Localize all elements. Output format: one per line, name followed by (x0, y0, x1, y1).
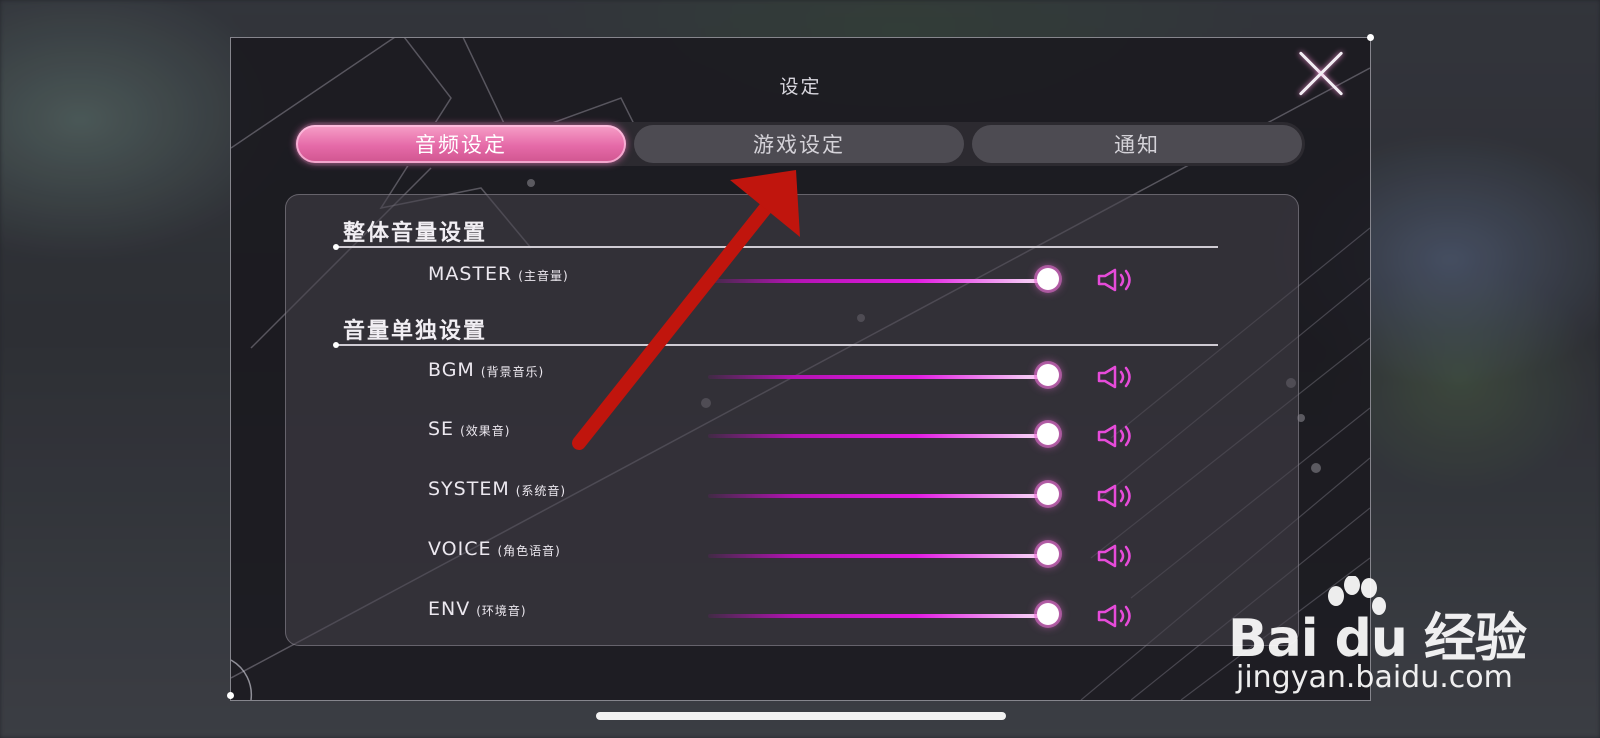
tab-notifications[interactable]: 通知 (972, 125, 1302, 163)
bgm-volume-slider[interactable] (708, 364, 1060, 386)
section-title-overall-volume: 整体音量设置 (343, 221, 488, 246)
row-name: MASTER (428, 263, 513, 285)
row-name: SYSTEM (428, 478, 510, 500)
speaker-icon[interactable] (1096, 543, 1136, 569)
home-indicator-bar[interactable] (596, 712, 1006, 720)
bgm-volume-label: BGM (背景音乐) (428, 359, 544, 381)
slider-knob[interactable] (1037, 423, 1060, 445)
row-subtitle: (背景音乐) (480, 365, 545, 379)
settings-dialog: 设定 音频设定 游戏设定 通知 整体音量设置 MASTER (主音量) 音量单独设… (230, 37, 1371, 701)
row-name: VOICE (428, 538, 492, 560)
section-divider (333, 244, 1218, 250)
slider-knob[interactable] (1037, 603, 1060, 625)
slider-knob[interactable] (1037, 543, 1060, 565)
panel-corner-dot (1367, 34, 1374, 41)
system-volume-slider[interactable] (708, 483, 1060, 505)
row-name: ENV (428, 598, 471, 620)
section-title-individual-volume: 音量单独设置 (343, 319, 488, 344)
row-subtitle: (效果音) (460, 424, 511, 438)
system-volume-label: SYSTEM (系统音) (428, 478, 566, 500)
env-volume-slider[interactable] (708, 603, 1060, 625)
row-subtitle: (系统音) (515, 484, 567, 498)
slider-knob[interactable] (1037, 268, 1060, 290)
row-subtitle: (主音量) (518, 269, 569, 283)
tab-audio-settings[interactable]: 音频设定 (296, 125, 626, 163)
master-volume-slider[interactable] (708, 268, 1060, 290)
speaker-icon[interactable] (1096, 603, 1136, 629)
speaker-icon[interactable] (1096, 267, 1136, 293)
speaker-icon[interactable] (1096, 364, 1136, 390)
row-subtitle: (角色语音) (497, 544, 561, 558)
tab-game-settings[interactable]: 游戏设定 (634, 125, 964, 163)
speaker-icon[interactable] (1096, 423, 1136, 449)
settings-tab-bar: 音频设定 游戏设定 通知 (295, 122, 1305, 166)
row-name: SE (428, 418, 455, 440)
voice-volume-label: VOICE (角色语音) (428, 538, 561, 560)
watermark-url: jingyan.baidu.com (1236, 660, 1513, 695)
slider-knob[interactable] (1037, 364, 1060, 386)
close-icon[interactable] (1295, 48, 1347, 100)
master-volume-label: MASTER (主音量) (428, 263, 569, 285)
voice-volume-slider[interactable] (708, 543, 1060, 565)
se-volume-label: SE (效果音) (428, 418, 510, 440)
slider-knob[interactable] (1037, 483, 1060, 505)
panel-corner-dot (227, 692, 234, 699)
env-volume-label: ENV (环境音) (428, 598, 527, 620)
se-volume-slider[interactable] (708, 423, 1060, 445)
section-divider (333, 342, 1218, 348)
row-subtitle: (环境音) (476, 604, 527, 618)
row-name: BGM (428, 359, 475, 381)
audio-settings-content: 整体音量设置 MASTER (主音量) 音量单独设置 BGM (背景音乐) SE (效… (285, 194, 1299, 646)
speaker-icon[interactable] (1096, 483, 1136, 509)
dialog-title: 设定 (779, 76, 822, 98)
